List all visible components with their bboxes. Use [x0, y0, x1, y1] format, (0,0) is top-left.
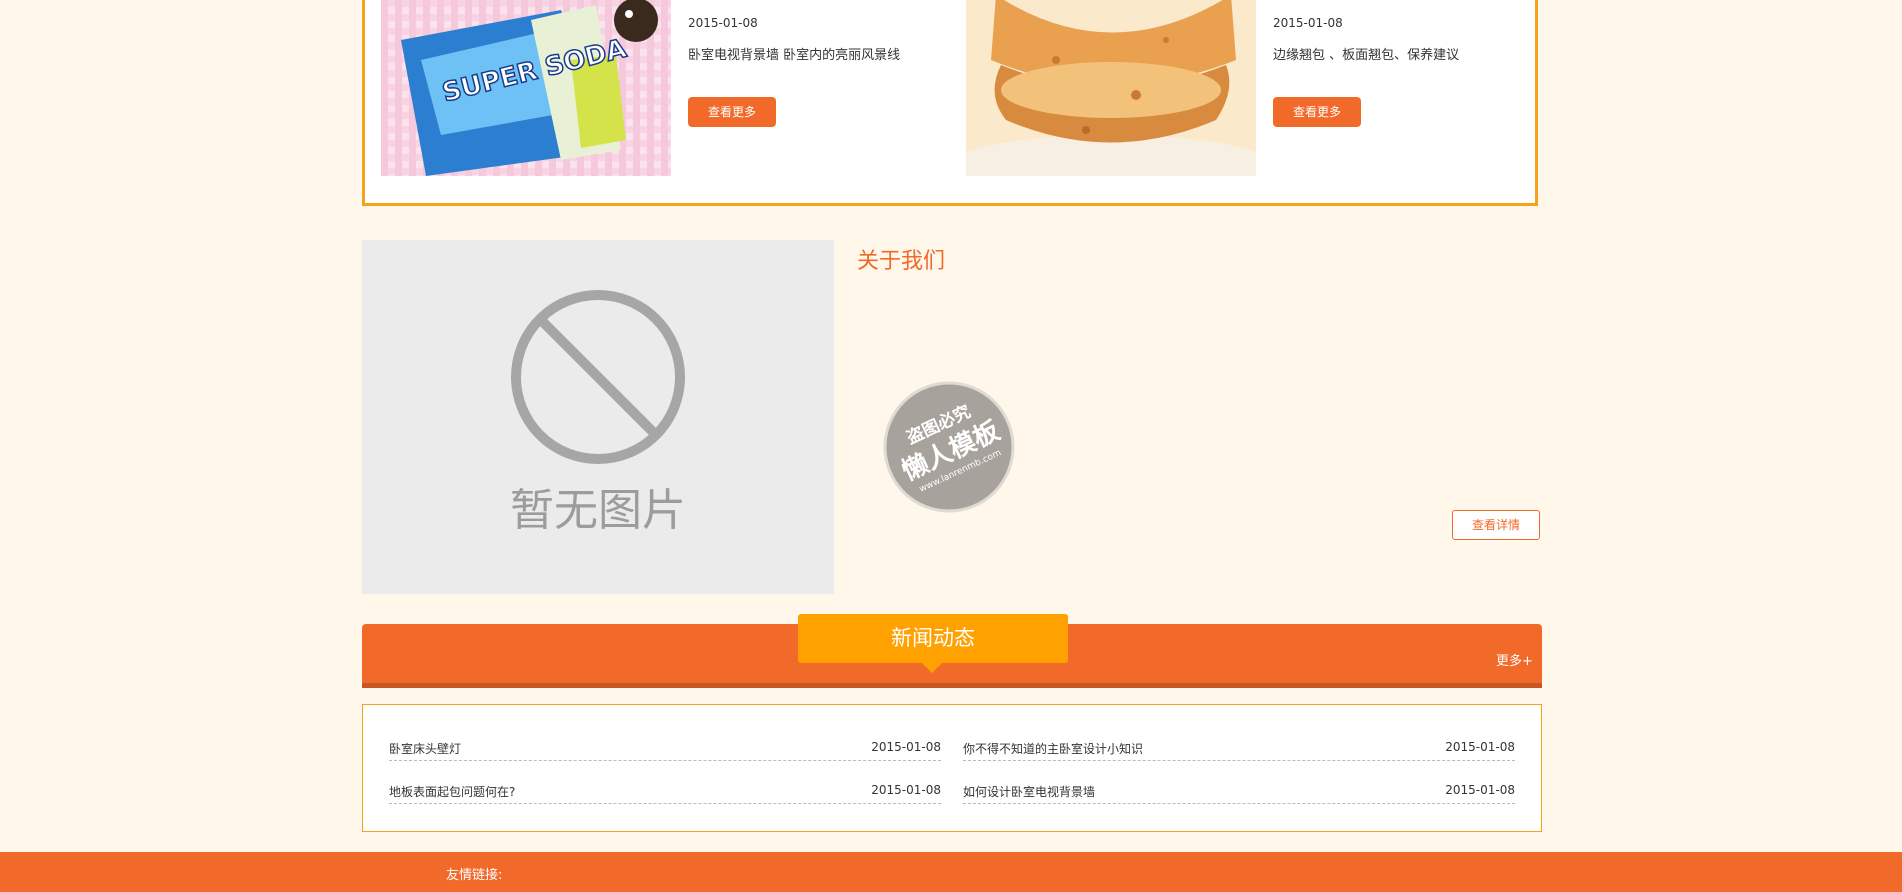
- watermark-stamp: 盗图必究 懒人模板 www.lanrenmb.com: [883, 381, 1015, 513]
- view-more-button[interactable]: 查看更多: [1273, 97, 1361, 127]
- pastry-image: [966, 0, 1256, 176]
- news-title[interactable]: 卧室床头壁灯: [389, 740, 461, 757]
- news-item[interactable]: 如何设计卧室电视背景墙 2015-01-08: [963, 762, 1515, 804]
- news-item[interactable]: 卧室床头壁灯 2015-01-08: [389, 719, 941, 761]
- about-image-placeholder: 暂无图片: [362, 240, 834, 594]
- news-more-link[interactable]: 更多+: [1496, 650, 1533, 669]
- view-more-button[interactable]: 查看更多: [688, 97, 776, 127]
- product-list: SUPER SODA 2015-01-08 卧室电视背景墙 卧室内的亮丽风景线 …: [362, 0, 1538, 206]
- news-title[interactable]: 你不得不知道的主卧室设计小知识: [963, 740, 1143, 757]
- product-image[interactable]: [966, 0, 1256, 176]
- news-list: 卧室床头壁灯 2015-01-08 你不得不知道的主卧室设计小知识 2015-0…: [362, 704, 1542, 832]
- product-date: 2015-01-08: [1273, 16, 1343, 30]
- news-date: 2015-01-08: [871, 740, 941, 754]
- product-date: 2015-01-08: [688, 16, 758, 30]
- product-card[interactable]: SUPER SODA 2015-01-08 卧室电视背景墙 卧室内的亮丽风景线 …: [381, 0, 941, 176]
- product-card[interactable]: 2015-01-08 边缘翘包 、板面翘包、保养建议 查看更多: [966, 0, 1526, 176]
- news-title[interactable]: 如何设计卧室电视背景墙: [963, 783, 1095, 800]
- news-date: 2015-01-08: [1445, 740, 1515, 754]
- no-image-icon: 暂无图片: [510, 290, 686, 536]
- footer: 友情链接:: [0, 852, 1902, 892]
- snack-bag-image: SUPER SODA: [381, 0, 671, 176]
- news-date: 2015-01-08: [1445, 783, 1515, 797]
- news-title[interactable]: 地板表面起包问题何在?: [389, 783, 515, 800]
- svg-text:暂无图片: 暂无图片: [510, 485, 686, 536]
- news-date: 2015-01-08: [871, 783, 941, 797]
- news-section-title: 新闻动态: [798, 614, 1068, 663]
- view-details-button[interactable]: 查看详情: [1452, 510, 1540, 540]
- friend-links-label: 友情链接:: [446, 868, 503, 883]
- product-title[interactable]: 边缘翘包 、板面翘包、保养建议: [1273, 44, 1459, 63]
- news-item[interactable]: 你不得不知道的主卧室设计小知识 2015-01-08: [963, 719, 1515, 761]
- product-image[interactable]: SUPER SODA: [381, 0, 671, 176]
- news-item[interactable]: 地板表面起包问题何在? 2015-01-08: [389, 762, 941, 804]
- product-title[interactable]: 卧室电视背景墙 卧室内的亮丽风景线: [688, 44, 900, 63]
- tab-pointer-arrow: [922, 663, 942, 673]
- about-title: 关于我们: [857, 249, 946, 274]
